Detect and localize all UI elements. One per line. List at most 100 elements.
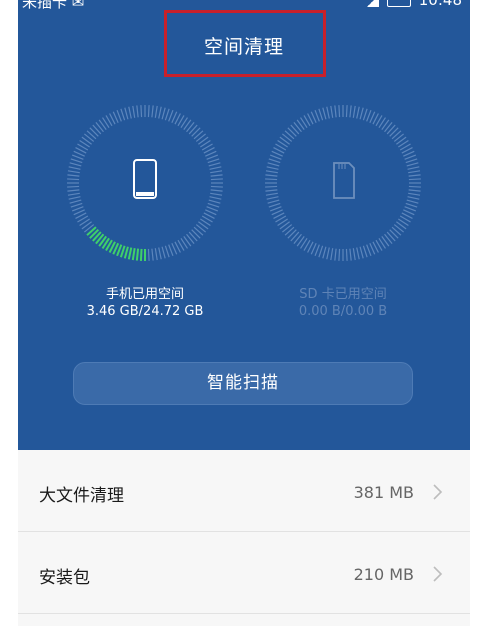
chevron-right-icon — [433, 484, 443, 500]
gauge-tick — [136, 105, 139, 118]
phone-storage-label: 手机已用空间 3.46 GB/24.72 GB — [45, 286, 245, 320]
gauge-tick — [206, 154, 219, 160]
gauge-tick — [362, 108, 368, 121]
sd-storage-usage: 0.00 B/0.00 B — [298, 304, 388, 319]
gauge-tick — [164, 108, 170, 121]
gauge-tick — [69, 162, 82, 167]
gauge-tick — [70, 202, 83, 208]
list-item-name: 安装包 — [39, 568, 90, 588]
gauge-tick — [352, 105, 356, 118]
gauge-tick — [210, 174, 223, 177]
gauge-tick — [408, 189, 421, 192]
gauge-tick — [334, 105, 337, 118]
gauge-tick — [67, 192, 80, 196]
gauge-tick — [116, 109, 122, 122]
gauge-tick — [71, 154, 84, 160]
gauge-tick — [268, 158, 281, 164]
gauge-tick — [366, 244, 372, 257]
gauge-tick — [330, 248, 334, 261]
smart-scan-button[interactable]: 智能扫描 — [73, 362, 413, 405]
gauge-tick — [168, 109, 174, 122]
gauge-tick-used — [119, 245, 126, 258]
gauge-tick — [359, 107, 364, 120]
gauge-tick — [314, 244, 320, 257]
gauge-tick-used — [123, 246, 129, 259]
gauge-tick — [68, 196, 81, 200]
gauge-tick — [265, 192, 278, 196]
phone-storage-gauge[interactable] — [65, 103, 225, 263]
gauge-tick — [209, 166, 222, 170]
gauge-tick — [147, 105, 150, 118]
phone-gauge-ticks — [67, 105, 223, 261]
gauge-tick-used — [127, 247, 133, 260]
gauge-tick — [408, 192, 421, 196]
gauge-tick — [408, 185, 421, 188]
highlight-box — [164, 10, 326, 77]
gauge-tick — [349, 248, 352, 261]
list-item-size: 210 MB — [353, 565, 414, 584]
gauge-tick — [120, 108, 126, 121]
gauge-tick — [210, 185, 223, 188]
gauge-tick — [151, 248, 154, 261]
gauge-tick — [265, 174, 278, 177]
gauge-tick — [366, 109, 372, 122]
clock-text: 10:48 — [418, 0, 462, 9]
phone-storage-title: 手机已用空间 — [105, 287, 184, 302]
list-item-size: 381 MB — [353, 483, 414, 502]
battery-icon — [386, 0, 411, 7]
cleanup-list: 大文件清理 381 MB 安装包 210 MB — [18, 450, 470, 614]
gauge-tick — [404, 206, 417, 212]
gauge-tick — [151, 105, 154, 118]
gauge-tick — [128, 106, 132, 119]
storage-cleaner-screen: 未插卡 ✉ 10:48 空间清理 手机已用空间 3.46 GB/24.72 GB… — [18, 0, 470, 626]
list-item-large-files[interactable]: 大文件清理 381 MB — [18, 450, 470, 532]
gauge-tick — [124, 107, 129, 120]
gauge-tick — [405, 158, 418, 164]
gauge-tick — [338, 105, 341, 118]
gauge-tick — [147, 248, 150, 261]
gauge-tick — [210, 192, 223, 196]
gauge-tick — [206, 206, 219, 212]
gauge-tick — [161, 246, 166, 259]
gauge-tick — [69, 199, 82, 204]
gauge-tick — [67, 185, 80, 188]
gauge-tick — [164, 245, 170, 258]
gauge-tick — [265, 189, 278, 192]
gauge-tick — [408, 174, 421, 177]
gauge-tick — [154, 105, 158, 118]
gauge-tick — [407, 196, 420, 200]
sd-card-icon — [333, 162, 355, 199]
gauge-tick — [322, 246, 327, 259]
gauge-tick — [330, 105, 334, 118]
gauge-tick — [326, 247, 330, 260]
gauge-tick — [207, 158, 220, 164]
phone-gauge-ring — [67, 105, 223, 261]
gauge-tick — [408, 170, 421, 174]
gauge-tick — [161, 107, 166, 120]
gauge-tick — [338, 248, 341, 261]
sd-storage-gauge[interactable] — [263, 103, 423, 263]
gauge-tick — [408, 178, 421, 181]
list-item-install-packages[interactable]: 安装包 210 MB — [18, 532, 470, 614]
gauge-tick-used — [135, 248, 140, 261]
gauge-tick — [140, 105, 143, 118]
gauge-tick — [67, 170, 80, 174]
gauge-tick — [210, 189, 223, 192]
gauge-tick — [318, 108, 324, 121]
gauge-tick — [345, 248, 348, 261]
carrier-text: 未插卡 ✉ — [22, 0, 85, 11]
gauge-tick — [265, 185, 278, 188]
gauge-tick — [269, 154, 282, 160]
gauge-tick — [404, 154, 417, 160]
gauge-tick — [359, 246, 364, 259]
sd-storage-title: SD 卡已用空间 — [299, 287, 387, 302]
gauge-tick — [168, 244, 174, 257]
gauge-tick — [67, 174, 80, 177]
gauge-tick — [267, 162, 280, 167]
gauge-tick — [158, 247, 162, 260]
gauge-tick — [406, 199, 419, 204]
phone-icon — [133, 159, 157, 199]
sd-gauge-ring — [265, 105, 421, 261]
gauge-tick — [406, 162, 419, 167]
gauge-tick — [265, 178, 278, 181]
